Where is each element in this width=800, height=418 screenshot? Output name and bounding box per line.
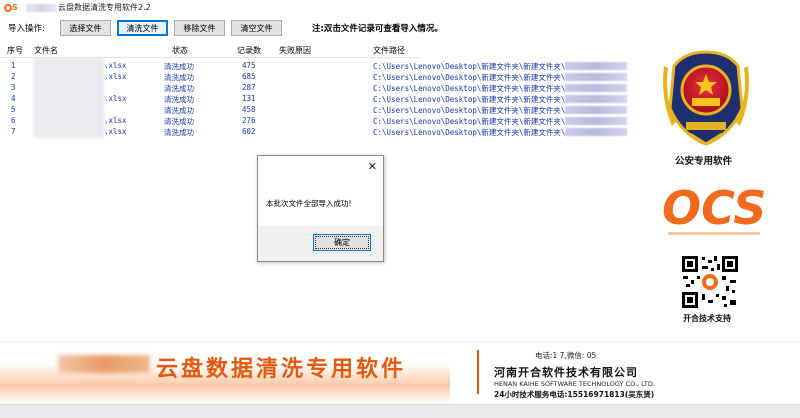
row-count: 458 [242,105,256,114]
table-row[interactable]: 3 清洗成功 287 C:\Users\Lenovo\Desktop\新建文件夹\新建… [0,83,640,94]
banner-redacted [58,355,150,373]
header-status[interactable]: 状态 [172,45,188,56]
row-path: C:\Users\Lenovo\Desktop\新建文件夹\新建文件夹\ [373,84,566,93]
ok-button[interactable]: 确定 [313,234,371,251]
company-name-en: HENAN KAIHE SOFTWARE TECHNOLOGY CO., LTD… [494,380,655,388]
tech-support-label: 开合技术支持 [683,314,731,323]
toolbar: 导入操作: 选择文件 清洗文件 移除文件 清空文件 注:双击文件记录可查看导入情… [0,18,800,38]
close-icon[interactable]: ✕ [368,160,377,173]
toolbar-note: 注:双击文件记录可查看导入情况。 [312,24,443,34]
success-dialog: ✕ 本批次文件全部导入成功! 确定 [257,155,384,262]
contact-info: 电话:1 7,微信: 05 [535,351,597,360]
row-status: 清洗成功 [164,73,194,82]
clear-files-button[interactable]: 清空文件 [231,20,282,36]
bottom-banner: 云盘数据清洗专用软件 电话:1 7,微信: 05 河南开合软件技术有限公司 HE… [0,341,800,404]
row-index: 5 [11,105,16,114]
row-index: 6 [11,116,16,125]
path-redacted [565,128,627,136]
header-file-path[interactable]: 文件路径 [373,45,405,56]
dialog-message: 本批次文件全部导入成功! [266,199,352,208]
clean-file-button[interactable]: 清洗文件 [117,20,168,36]
row-status: 清洗成功 [164,117,194,126]
import-label: 导入操作: [8,24,45,34]
row-path: C:\Users\Lenovo\Desktop\新建文件夹\新建文件夹\ [373,117,566,126]
ocs-logo-icon: OCS [662,181,766,235]
row-count: 475 [242,61,256,70]
row-path: C:\Users\Lenovo\Desktop\新建文件夹\新建文件夹\ [373,73,566,82]
row-count: 276 [242,116,256,125]
table-row[interactable]: 5 清洗成功 458 C:\Users\Lenovo\Desktop\新建文件夹\新建… [0,105,640,116]
row-index: 7 [11,127,16,136]
row-count: 287 [242,83,256,92]
header-filename[interactable]: 文件名 [34,45,58,56]
row-status: 清洗成功 [164,128,194,137]
row-path: C:\Users\Lenovo\Desktop\新建文件夹\新建文件夹\ [373,62,566,71]
title-bar: S 云盘数据清洗专用软件2.2 [0,0,800,15]
table-row[interactable]: 7 .xlsx 清洗成功 602 C:\Users\Lenovo\Desktop\新建文… [0,127,640,138]
qr-code-icon [680,254,740,310]
row-count: 685 [242,72,256,81]
row-status: 清洗成功 [164,95,194,104]
police-emblem-icon [663,50,749,146]
support-phone: 24小时技术服务电话:15516971813(吴东贤) [494,390,655,399]
row-status: 清洗成功 [164,62,194,71]
banner-title: 云盘数据清洗专用软件 [156,357,407,382]
row-path: C:\Users\Lenovo\Desktop\新建文件夹\新建文件夹\ [373,95,566,104]
window-title: 云盘数据清洗专用软件2.2 [58,3,151,12]
table-row[interactable]: 1 .xlsx 清洗成功 475 C:\Users\Lenovo\Desktop\新建文… [0,61,640,72]
path-redacted [565,62,627,70]
row-count: 602 [242,127,256,136]
row-filename: .xlsx [104,127,127,136]
row-filename: .xlsx [104,61,127,70]
path-redacted [565,106,627,114]
row-path: C:\Users\Lenovo\Desktop\新建文件夹\新建文件夹\ [373,106,566,115]
path-redacted [565,117,627,125]
row-index: 1 [11,61,16,70]
row-index: 3 [11,83,16,92]
table-row[interactable]: 6 .xlsx 清洗成功 276 C:\Users\Lenovo\Desktop\新建文… [0,116,640,127]
ocs-logo-text: OCS [662,181,766,235]
remove-file-button[interactable]: 移除文件 [174,20,225,36]
row-count: 131 [242,94,256,103]
path-redacted [565,73,627,81]
dialog-body: ✕ 本批次文件全部导入成功! [258,156,383,226]
status-bar [0,404,800,418]
row-index: 2 [11,72,16,81]
title-redacted [26,3,56,12]
row-path: C:\Users\Lenovo\Desktop\新建文件夹\新建文件夹\ [373,128,566,137]
app-logo-icon: S [4,3,22,13]
dialog-footer: 确定 [258,226,383,261]
row-status: 清洗成功 [164,106,194,115]
table-row[interactable]: 2 .xlsx 清洗成功 685 C:\Users\Lenovo\Desktop\新建文… [0,72,640,83]
path-redacted [565,95,627,103]
path-redacted [565,84,627,92]
table-header: 序号 文件名 状态 记录数 失败原因 文件路径 [0,42,420,58]
police-software-label: 公安专用软件 [675,156,733,167]
row-status: 清洗成功 [164,84,194,93]
header-count[interactable]: 记录数 [237,45,261,56]
row-index: 4 [11,94,16,103]
row-filename: .xlsx [104,116,127,125]
table-row[interactable]: 4 .xlsx 清洗成功 131 C:\Users\Lenovo\Desktop\新建文… [0,94,640,105]
row-filename: .xlsx [104,94,127,103]
row-filename: .xlsx [104,72,127,81]
banner-divider [477,350,479,394]
select-file-button[interactable]: 选择文件 [60,20,111,36]
header-index[interactable]: 序号 [7,45,23,56]
company-name-cn: 河南开合软件技术有限公司 [494,366,638,379]
header-fail-reason[interactable]: 失败原因 [279,45,311,56]
